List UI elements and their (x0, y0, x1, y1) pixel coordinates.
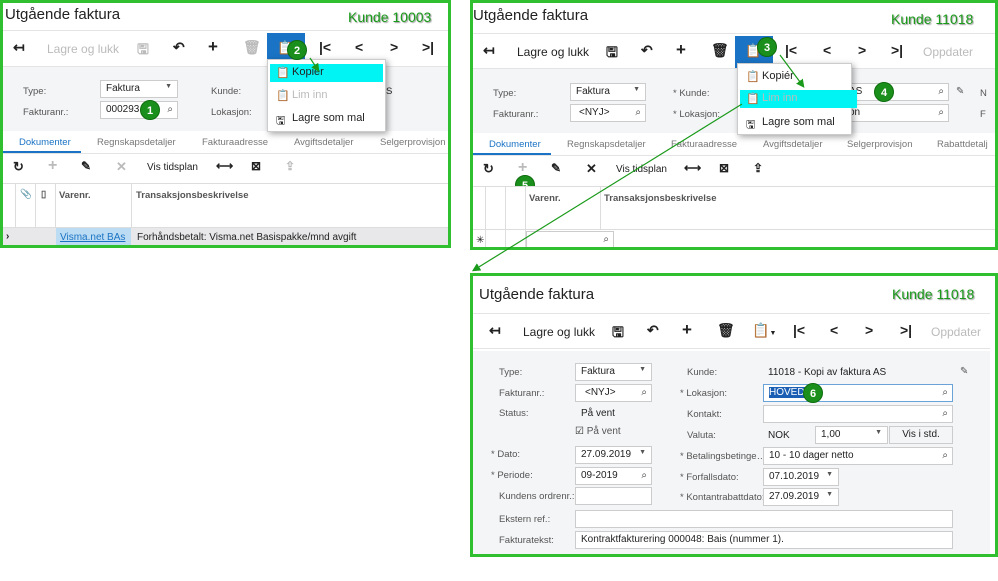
arrow (471, 103, 743, 272)
step-badge: 6 (803, 383, 823, 403)
last-icon[interactable]: >| (900, 322, 912, 338)
rate-select[interactable]: 1,00 ▼ (815, 426, 888, 444)
hold-checkbox[interactable]: ☑ På vent (575, 426, 621, 437)
search-icon: ⌕ (942, 450, 948, 461)
delete-icon[interactable]: 🗑 (717, 322, 735, 339)
checkbox-checked-icon: ☑ (575, 426, 584, 437)
clipboard-dropdown-icon[interactable]: 📋▼ (752, 322, 776, 339)
location-input[interactable]: HOVED ⌕ (763, 384, 953, 402)
first-icon[interactable]: |< (793, 322, 805, 338)
ext-ref-label: Ekstern ref.: (499, 514, 551, 525)
location-label: * Lokasjon: (680, 388, 728, 399)
ext-ref-input[interactable] (575, 510, 953, 528)
chevron-down-icon: ▼ (826, 491, 833, 498)
invoice-text-input[interactable]: Kontraktfakturering 000048: Bais (nummer… (575, 531, 953, 549)
date-label: * Dato: (491, 449, 521, 460)
discount-date-label: * Kontantrabattdato: (680, 492, 765, 503)
status-label: Status: (499, 408, 529, 419)
type-label: Type: (499, 367, 523, 378)
terms-label: * Betalingsbetinge… (680, 451, 767, 462)
terms-input[interactable]: 10 - 10 dager netto ⌕ (763, 447, 953, 465)
search-icon: ⌕ (641, 387, 647, 398)
chevron-down-icon: ▼ (639, 449, 646, 456)
chevron-down-icon: ▼ (826, 471, 833, 478)
customer-annotation: Kunde 11018 (892, 286, 975, 302)
chevron-down-icon: ▼ (875, 429, 882, 436)
period-input[interactable]: 09-2019 ⌕ (575, 467, 652, 485)
page-title: Utgående faktura (479, 286, 595, 303)
next-icon[interactable]: > (865, 322, 873, 338)
order-no-input[interactable] (575, 487, 652, 505)
currency-label: Valuta: (687, 430, 716, 441)
contact-input[interactable]: ⌕ (763, 405, 953, 423)
chevron-down-icon: ▼ (639, 366, 646, 373)
search-icon: ⌕ (942, 387, 948, 398)
due-date-input[interactable]: 07.10.2019 ▼ (763, 468, 839, 486)
status-value: På vent (581, 408, 615, 419)
arrow (779, 54, 805, 88)
arrow (309, 57, 320, 72)
invoice-text-label: Fakturatekst: (499, 535, 554, 546)
panel-customer-11018-result: Utgående faktura Kunde 11018 ↤ Lagre og … (470, 273, 998, 557)
due-date-label: * Forfallsdato: (680, 472, 739, 483)
invoice-no-input[interactable]: <NYJ> ⌕ (575, 384, 652, 402)
period-label: * Periode: (491, 470, 533, 481)
location-selected-text: HOVED (769, 387, 805, 398)
add-icon[interactable]: + (682, 320, 692, 340)
order-no-label: Kundens ordrenr.: (499, 491, 575, 502)
customer-label: Kunde: (687, 367, 718, 378)
contact-label: Kontakt: (687, 409, 722, 420)
customer-value: 11018 - Kopi av faktura AS (768, 367, 887, 378)
search-icon: ⌕ (942, 408, 948, 419)
toolbar: ↤ Lagre og lukk 🖫 ↶ + 🗑 📋▼ |< < > >| Opp… (473, 313, 990, 349)
discount-date-input[interactable]: 27.09.2019 ▼ (763, 488, 839, 506)
currency-value: NOK (768, 430, 790, 441)
back-icon[interactable]: ↤ (489, 322, 501, 339)
search-icon: ⌕ (641, 470, 647, 481)
prev-icon[interactable]: < (830, 322, 838, 338)
invoice-no-label: Fakturanr.: (499, 388, 545, 399)
type-select[interactable]: Faktura ▼ (575, 363, 652, 381)
save-close-button[interactable]: Lagre og lukk (523, 325, 595, 339)
update-button[interactable]: Oppdater (931, 325, 981, 339)
edit-icon[interactable]: ✎ (960, 366, 968, 377)
std-currency-button[interactable]: Vis i std. (889, 426, 953, 444)
undo-icon[interactable]: ↶ (647, 322, 659, 339)
save-icon[interactable]: 🖫 (612, 322, 624, 346)
date-input[interactable]: 27.09.2019 ▼ (575, 446, 652, 464)
